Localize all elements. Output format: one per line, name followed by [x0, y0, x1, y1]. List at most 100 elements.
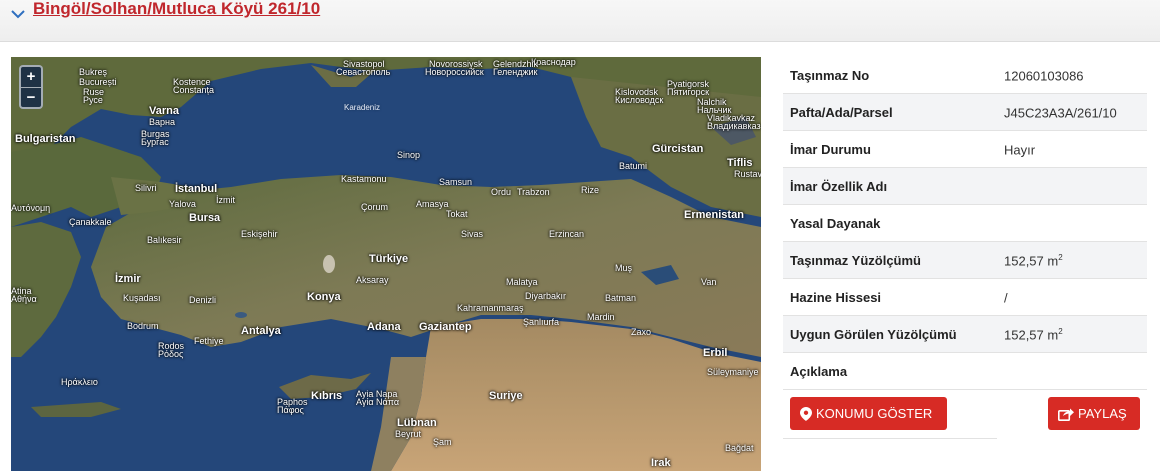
show-location-label: KONUMU GÖSTER — [816, 406, 933, 421]
map-label: Süleymaniye — [707, 367, 759, 377]
map-label: București — [79, 77, 117, 87]
zoom-in-button[interactable]: + — [21, 67, 41, 87]
map-label: Balıkesir — [147, 235, 182, 245]
map-label: Кисловодск — [615, 95, 664, 105]
map-label: Karadeniz — [344, 103, 381, 112]
info-row-tasinmaz-yuzolcumu: Taşınmaz Yüzölçümü 152,57 m2 — [783, 242, 1147, 279]
map-label: Tiflis — [727, 157, 753, 169]
info-row-hazine-hissesi: Hazine Hissesi / — [783, 279, 1147, 316]
info-row-imar-durumu: İmar Durumu Hayır — [783, 131, 1147, 168]
map-label: Varna — [149, 105, 179, 117]
map-label: Kahramanmaraş — [457, 303, 524, 313]
map-label: Пятигорск — [667, 87, 710, 97]
info-row-aciklama: Açıklama — [783, 353, 1147, 390]
map-label: Варна — [149, 117, 175, 127]
map-label: Samsun — [439, 177, 473, 187]
info-key: Açıklama — [790, 364, 848, 379]
map-label: Bukreş — [79, 67, 108, 77]
map-label: Bağdat — [725, 443, 754, 453]
map-label: Konya — [307, 291, 341, 303]
map-label: Van — [701, 277, 717, 287]
map-marker-icon — [800, 406, 812, 421]
map-label: Ηράκλειο — [61, 377, 98, 387]
info-key: Uygun Görülen Yüzölçümü — [790, 327, 957, 342]
map-label: Aksaray — [356, 275, 389, 285]
map-label: Batman — [605, 293, 637, 303]
map-label: Irak — [651, 457, 671, 469]
map-label: Beyrut — [395, 429, 422, 439]
map-label: Rize — [581, 185, 600, 195]
map-label: Πάφος — [277, 405, 304, 415]
map-label: Русе — [83, 95, 103, 105]
map-label: Gaziantep — [419, 321, 472, 333]
map-label: Şanlıurfa — [523, 317, 560, 327]
map-label: Bodrum — [127, 321, 159, 331]
map-label: Севастополь — [336, 67, 391, 77]
parcel-title-link[interactable]: Bingöl/Solhan/Mutluca Köyü 261/10 — [33, 0, 320, 19]
info-value: Hayır — [1004, 142, 1036, 158]
share-label: PAYLAŞ — [1078, 406, 1127, 421]
property-info-table: Taşınmaz No 12060103086 Pafta/Ada/Parsel… — [783, 57, 1147, 390]
map-label: Sivas — [461, 229, 484, 239]
map-label: Sinop — [397, 150, 421, 160]
info-value: 152,57 m2 — [1004, 327, 1063, 343]
info-value: / — [1004, 290, 1008, 306]
info-value: J45C23A3A/261/10 — [1004, 105, 1117, 121]
map-label: Muş — [615, 263, 633, 273]
info-key: Taşınmaz No — [790, 68, 870, 83]
info-value: 152,57 m2 — [1004, 253, 1063, 269]
map-label: Mardin — [587, 312, 615, 322]
share-button[interactable]: PAYLAŞ — [1048, 397, 1140, 430]
map-label: Batumi — [619, 161, 648, 171]
info-key: Hazine Hissesi — [790, 290, 882, 305]
map-label: Ρόδος — [158, 349, 184, 359]
map-label: Αυτόνομη — [11, 203, 51, 213]
map-label: Adana — [367, 321, 401, 333]
info-key: İmar Özellik Adı — [790, 179, 888, 194]
info-key: Yasal Dayanak — [790, 216, 881, 231]
map-label: İstanbul — [175, 183, 218, 195]
map-label: Yalova — [169, 199, 196, 209]
map-label: Zaxo — [631, 327, 652, 337]
chevron-down-icon[interactable] — [9, 4, 27, 22]
map-label: Şam — [433, 437, 452, 447]
map-label: Kastamonu — [341, 174, 387, 184]
map-label: Türkiye — [369, 253, 409, 265]
info-row-yasal-dayanak: Yasal Dayanak — [783, 205, 1147, 242]
map-label: Αθήνα — [11, 294, 37, 304]
info-row-pafta-ada-parsel: Pafta/Ada/Parsel J45C23A3A/261/10 — [783, 94, 1147, 131]
info-key: Pafta/Ada/Parsel — [790, 105, 893, 120]
map-label: Diyarbakır — [525, 291, 567, 301]
info-key: Taşınmaz Yüzölçümü — [790, 253, 921, 268]
map-label: Новороссийск — [425, 67, 484, 77]
map-label: Erzincan — [549, 229, 585, 239]
map-label: Бургас — [141, 137, 169, 147]
map-label: Gürcistan — [652, 143, 704, 155]
map-label: Lübnan — [397, 417, 437, 429]
map-label: Bulgaristan — [15, 133, 76, 145]
map-label: Kıbrıs — [311, 390, 343, 402]
info-row-imar-ozellik-adi: İmar Özellik Adı — [783, 168, 1147, 205]
show-location-button[interactable]: KONUMU GÖSTER — [790, 397, 947, 430]
divider — [783, 438, 997, 439]
info-row-uygun-gorulen-yuzolcumu: Uygun Görülen Yüzölçümü 152,57 m2 — [783, 316, 1147, 353]
map-label: Геленджик — [493, 67, 538, 77]
map-label: Kuşadası — [123, 293, 161, 303]
info-row-tasinmaz-no: Taşınmaz No 12060103086 — [783, 57, 1147, 94]
map-label: Владикавказ — [707, 121, 761, 131]
zoom-out-button[interactable]: − — [21, 87, 41, 107]
map-label: Antalya — [241, 325, 281, 337]
map-label: Erbil — [703, 347, 728, 359]
map-label: Ermenistan — [684, 209, 744, 221]
share-icon — [1058, 408, 1074, 421]
map-label: Ordu — [491, 187, 512, 197]
map-label: Fethiye — [194, 336, 224, 346]
satellite-map[interactable]: + − Bukreş București Sivastopol Севастоп… — [11, 57, 761, 471]
map-label: Tokat — [446, 209, 468, 219]
map-label: Silivri — [135, 183, 157, 193]
map-label: Malatya — [506, 277, 538, 287]
map-label: İzmit — [216, 195, 235, 205]
map-label: İzmir — [115, 273, 141, 285]
map-zoom-control: + − — [19, 65, 43, 109]
action-bar: KONUMU GÖSTER PAYLAŞ — [783, 390, 1147, 440]
